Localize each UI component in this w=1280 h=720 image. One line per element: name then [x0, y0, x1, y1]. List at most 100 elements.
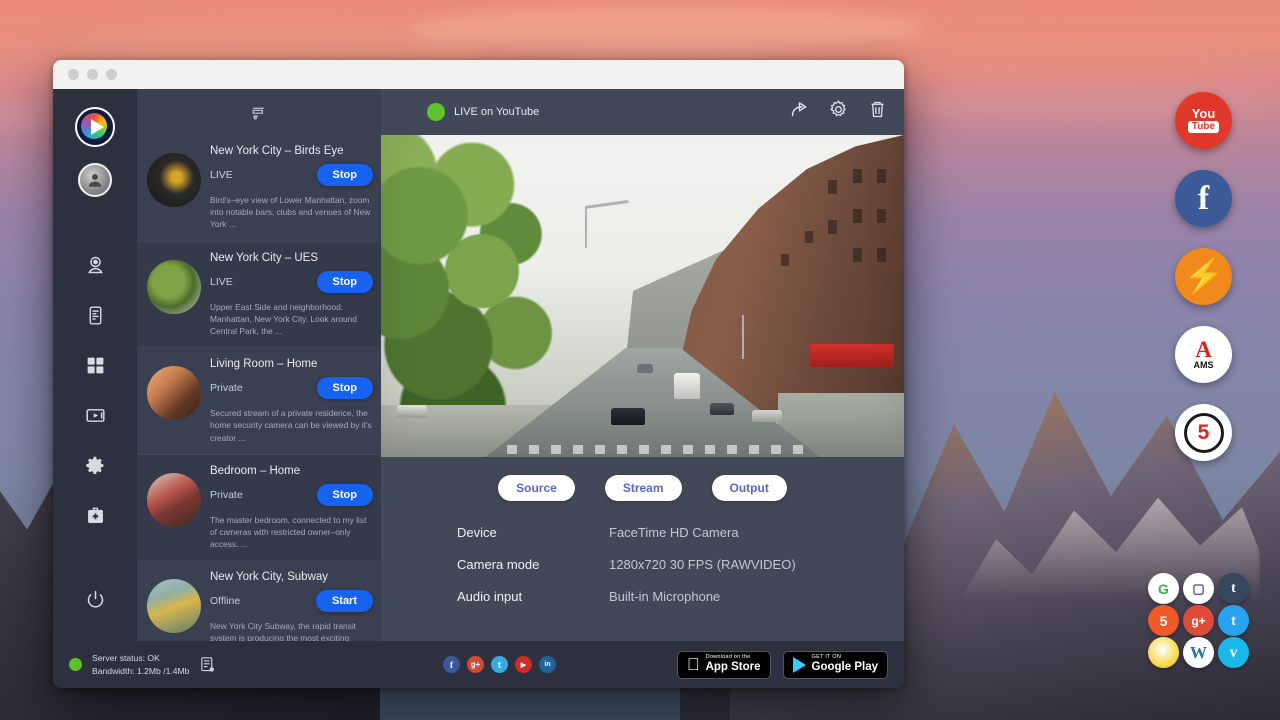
desktop-icon-livestream[interactable]: 5 [1148, 605, 1179, 636]
window-titlebar[interactable] [53, 60, 904, 89]
camera-row[interactable]: New York City, Subway Offline Start New … [137, 561, 381, 641]
sidebar-item-settings[interactable] [75, 445, 115, 485]
share-button[interactable] [789, 99, 810, 125]
close-button[interactable] [68, 69, 79, 80]
desktop-icon-gruveo[interactable]: G [1148, 573, 1179, 604]
server-status-group: Server status: OK Bandwidth: 1.2Mb /1.4M… [69, 652, 369, 677]
camera-status-row: LIVE Stop [210, 271, 373, 293]
youtube-glyph: ▶ [521, 661, 526, 669]
google-play-badge[interactable]: GET IT ON Google Play [783, 651, 888, 679]
detail-value[interactable]: FaceTime HD Camera [609, 525, 739, 540]
desktop-icon-snapchat[interactable]: ● [1148, 637, 1179, 668]
desktop-icon-twitch[interactable]: ▢ [1183, 573, 1214, 604]
desktop-icon-twitter[interactable]: t [1218, 605, 1249, 636]
tab-stream[interactable]: Stream [605, 475, 682, 501]
camera-row[interactable]: Bedroom – Home Private Stop The master b… [137, 455, 381, 562]
camera-list-panel: New York City – Birds Eye LIVE Stop Bird… [137, 89, 381, 641]
detail-label: Device [457, 525, 609, 540]
camera-action-button[interactable]: Stop [317, 377, 373, 399]
snapchat-glyph: ● [1160, 647, 1166, 658]
live-status-group: LIVE on YouTube [427, 103, 539, 121]
livestream-glyph: 5 [1160, 613, 1168, 629]
camera-row[interactable]: Living Room – Home Private Stop Secured … [137, 348, 381, 455]
camera-status-row: LIVE Stop [210, 164, 373, 186]
desktop-icon-facebook[interactable]: f [1175, 170, 1232, 227]
google-play-text: GET IT ON Google Play [812, 655, 878, 673]
minimize-button[interactable] [87, 69, 98, 80]
desktop-icon-google-plus[interactable]: g+ [1183, 605, 1214, 636]
user-avatar[interactable] [78, 163, 112, 197]
camera-title: New York City – Birds Eye [210, 145, 373, 157]
social-facebook[interactable]: f [443, 656, 460, 673]
sidebar-item-device[interactable] [75, 295, 115, 335]
desktop-icon-vimeo[interactable]: v [1218, 637, 1249, 668]
toolbar-actions [789, 99, 888, 125]
linkedin-glyph: in [544, 661, 550, 668]
sidebar-item-apps[interactable] [75, 345, 115, 385]
camera-action-button[interactable]: Stop [317, 164, 373, 186]
adobe-a-glyph: A [1195, 340, 1212, 360]
google-play-big: Google Play [812, 662, 878, 674]
social-google-plus[interactable]: g+ [467, 656, 484, 673]
google-plus-glyph: g+ [1191, 614, 1205, 628]
facebook-glyph: f [450, 660, 453, 670]
app-logo[interactable] [75, 107, 115, 147]
sidebar-item-support[interactable] [75, 495, 115, 535]
gruveo-glyph: G [1158, 581, 1169, 597]
social-linkedin[interactable]: in [539, 656, 556, 673]
social-youtube[interactable]: ▶ [515, 656, 532, 673]
detail-value[interactable]: 1280x720 30 FPS (RAWVIDEO) [609, 557, 796, 572]
filter-sort-icon[interactable] [251, 104, 268, 121]
gear-icon [85, 455, 106, 476]
camera-title: New York City – UES [210, 252, 373, 264]
google-play-icon [793, 657, 806, 673]
delete-button[interactable] [867, 99, 888, 125]
desktop-icon-wordpress[interactable]: W [1183, 637, 1214, 668]
camera-description: Secured stream of a private residence, t… [210, 407, 373, 444]
sidebar-item-power[interactable] [75, 579, 115, 619]
youtube-label-top: You [1192, 108, 1216, 120]
sidebar-item-broadcast[interactable] [75, 395, 115, 435]
camera-action-button[interactable]: Stop [317, 271, 373, 293]
camera-list[interactable]: New York City – Birds Eye LIVE Stop Bird… [137, 135, 381, 641]
device-icon [85, 305, 106, 326]
camera-status: Private [210, 489, 243, 501]
camera-row[interactable]: New York City – UES LIVE Stop Upper East… [137, 242, 381, 349]
desktop-icon-tumblr[interactable]: t [1218, 573, 1249, 604]
desktop-icon-wowza[interactable]: ⚡ [1175, 248, 1232, 305]
store-badges:  Download on the App Store GET IT ON Go… [677, 651, 888, 679]
camera-thumbnail [147, 153, 201, 207]
camera-status: Offline [210, 595, 240, 607]
app-store-big: App Store [706, 662, 761, 674]
camera-description: Upper East Side and neighborhood. Manhat… [210, 301, 373, 338]
social-twitter[interactable]: t [491, 656, 508, 673]
apple-logo-icon:  [687, 656, 700, 673]
window-body: New York City – Birds Eye LIVE Stop Bird… [53, 89, 904, 641]
camera-action-button[interactable]: Start [316, 590, 373, 612]
tab-output[interactable]: Output [712, 475, 787, 501]
camera-row[interactable]: New York City – Birds Eye LIVE Stop Bird… [137, 135, 381, 242]
maximize-button[interactable] [106, 69, 117, 80]
camera-action-button[interactable]: Stop [317, 484, 373, 506]
video-preview[interactable] [381, 135, 904, 457]
tab-source[interactable]: Source [498, 475, 575, 501]
gear-icon [828, 99, 849, 120]
log-document-icon[interactable] [199, 656, 216, 673]
app-store-badge[interactable]:  Download on the App Store [677, 651, 771, 679]
desktop-icon-adobe-ams[interactable]: A AMS [1175, 326, 1232, 383]
app-store-text: Download on the App Store [706, 655, 761, 673]
desktop-icon-grid: G ▢ t 5 g+ t ● W v [1148, 573, 1252, 668]
detail-label: Audio input [457, 589, 609, 604]
twitch-glyph: ▢ [1192, 581, 1204, 597]
status-footer: Server status: OK Bandwidth: 1.2Mb /1.4M… [53, 641, 904, 688]
detail-value[interactable]: Built-in Microphone [609, 589, 720, 604]
desktop-icon-livestream-five[interactable]: 5 [1175, 404, 1232, 461]
vimeo-glyph: v [1230, 644, 1238, 662]
settings-button[interactable] [828, 99, 849, 125]
camera-description: The master bedroom, connected to my list… [210, 514, 373, 551]
desktop-icon-youtube[interactable]: You Tube [1175, 92, 1232, 149]
status-text-block: Server status: OK Bandwidth: 1.2Mb /1.4M… [92, 652, 189, 677]
youtube-label-bottom: Tube [1188, 121, 1219, 133]
sidebar-item-webcam[interactable] [75, 245, 115, 285]
detail-row-device: Device FaceTime HD Camera [457, 525, 904, 540]
